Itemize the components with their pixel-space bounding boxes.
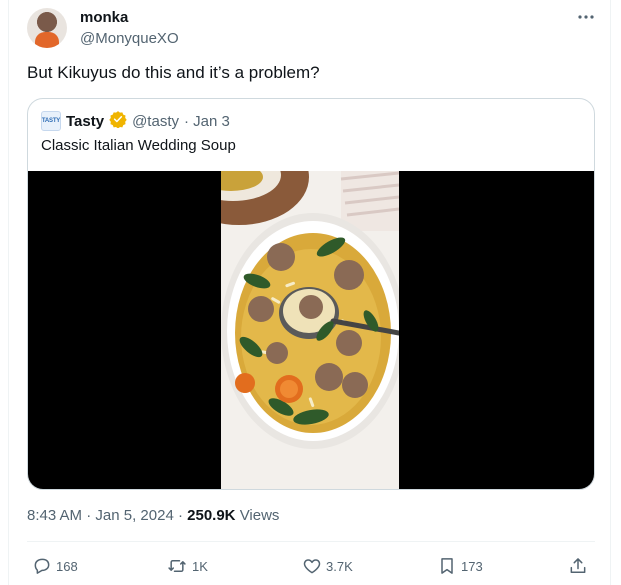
reply-icon <box>34 558 50 574</box>
author-name[interactable]: monka <box>80 9 128 26</box>
separator: · <box>177 507 183 524</box>
video-player[interactable] <box>28 171 594 489</box>
separator: · <box>86 507 92 524</box>
soup-thumbnail[interactable] <box>221 171 399 489</box>
like-button[interactable]: 3.7K <box>302 555 353 577</box>
views-label: Views <box>239 507 280 524</box>
bookmark-button[interactable]: 173 <box>437 555 483 577</box>
quoted-tweet[interactable]: TASTY Tasty @tasty · Jan 3 Classic Itali… <box>27 98 595 490</box>
share-button[interactable] <box>568 555 588 577</box>
views-count: 250.9K <box>187 507 236 524</box>
like-count: 3.7K <box>326 558 353 574</box>
quoted-avatar[interactable]: TASTY <box>41 111 61 131</box>
quoted-handle[interactable]: @tasty <box>132 113 179 130</box>
bookmark-icon <box>441 558 453 574</box>
tweet-text: But Kikuyus do this and it’s a problem? <box>27 63 320 82</box>
bookmark-count: 173 <box>461 558 483 574</box>
tweet-date[interactable]: Jan 5, 2024 <box>95 507 173 524</box>
quoted-text: Classic Italian Wedding Soup <box>41 137 236 154</box>
author-handle[interactable]: @MonyqueXO <box>80 30 179 47</box>
repost-count: 1K <box>192 558 208 574</box>
timestamp-line: 8:43 AM · Jan 5, 2024 · 250.9K Views <box>27 507 279 524</box>
quoted-name[interactable]: Tasty <box>66 113 104 130</box>
reply-count: 168 <box>56 558 78 574</box>
quoted-header: TASTY Tasty @tasty · Jan 3 <box>41 110 230 133</box>
quoted-date[interactable]: · Jan 3 <box>184 113 230 130</box>
repost-icon <box>168 560 186 572</box>
repost-button[interactable]: 1K <box>166 555 208 577</box>
avatar[interactable] <box>27 8 67 48</box>
divider <box>27 541 595 542</box>
tweet-time[interactable]: 8:43 AM <box>27 507 82 524</box>
share-icon <box>570 558 586 573</box>
like-icon <box>303 559 321 574</box>
verified-badge-icon <box>109 110 127 133</box>
more-icon[interactable] <box>575 6 597 28</box>
reply-button[interactable]: 168 <box>32 555 78 577</box>
